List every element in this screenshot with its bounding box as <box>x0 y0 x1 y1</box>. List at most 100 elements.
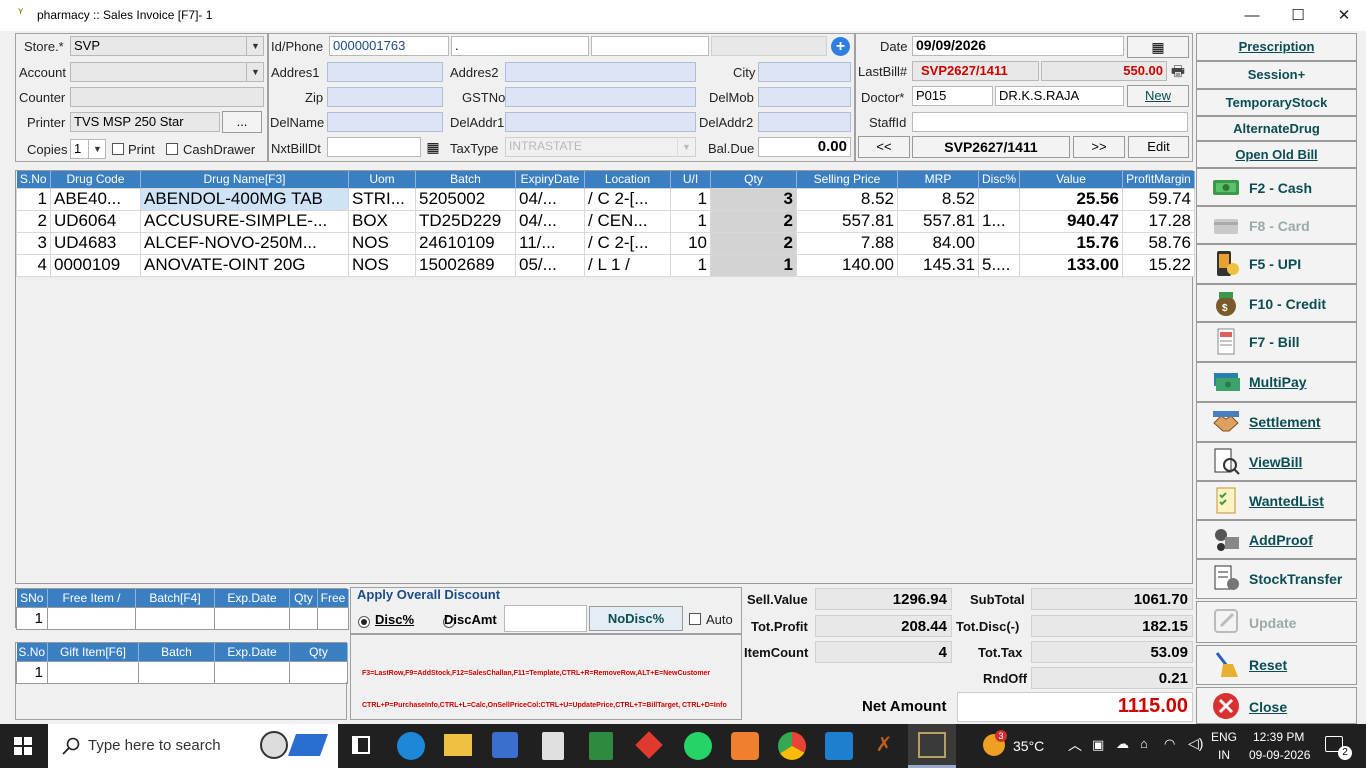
printer-browse-button[interactable]: ... <box>222 111 262 133</box>
multipay-button[interactable]: MultiPay <box>1196 362 1357 402</box>
col-header-qty[interactable]: Qty <box>289 643 348 661</box>
add-customer-icon[interactable]: + <box>831 37 850 56</box>
store-select[interactable]: SVP <box>70 36 264 56</box>
cell-batch[interactable] <box>138 660 215 684</box>
taskbar-search-box[interactable]: Type here to search <box>48 724 338 768</box>
clock-date[interactable]: 09-09-2026 <box>1249 748 1310 762</box>
doctor-name-input[interactable]: DR.K.S.RAJA <box>995 86 1124 106</box>
cell-exp-date[interactable] <box>214 606 290 630</box>
cell-drug-code[interactable]: ABE40... <box>50 187 141 211</box>
table-row[interactable]: 1 <box>16 660 348 684</box>
cell-qty[interactable]: 1 <box>710 253 797 277</box>
chrome-icon[interactable] <box>778 732 806 760</box>
discount-input[interactable] <box>504 605 587 632</box>
card-button[interactable]: F8 - Card <box>1196 206 1357 244</box>
session-button[interactable]: Session+ <box>1196 61 1357 89</box>
temporary-stock-button[interactable]: TemporaryStock <box>1196 89 1357 116</box>
cloud-off-icon[interactable]: ☁ <box>1116 736 1129 752</box>
idphone-input[interactable]: 0000001763 <box>329 36 449 56</box>
close-window-button[interactable]: ✕ <box>1321 0 1366 31</box>
cell-location[interactable]: / C 2-[... <box>584 187 671 211</box>
cashdrawer-checkbox[interactable] <box>166 143 178 155</box>
staffid-input[interactable] <box>912 112 1188 132</box>
stocktransfer-button[interactable]: StockTransfer <box>1196 559 1357 599</box>
cell-ui[interactable]: 1 <box>670 253 711 277</box>
col-header-exp-date[interactable]: Exp.Date <box>214 589 290 607</box>
cell-ui[interactable]: 10 <box>670 231 711 255</box>
cell-profit-margin[interactable]: 17.28 <box>1122 209 1195 233</box>
counter-field[interactable] <box>70 87 264 107</box>
col-header-qty[interactable]: Qty <box>289 589 318 607</box>
col-header-uom[interactable]: Uom <box>348 171 416 188</box>
printer-field[interactable]: TVS MSP 250 Star <box>70 112 220 132</box>
active-pharmacy-app-icon[interactable] <box>908 724 956 768</box>
alternate-drug-button[interactable]: AlternateDrug <box>1196 116 1357 141</box>
chevron-down-icon[interactable]: ▼ <box>677 137 695 157</box>
customer-extra-input[interactable] <box>591 36 709 56</box>
settlement-button[interactable]: Settlement <box>1196 402 1357 442</box>
table-row[interactable]: 4 0000109 ANOVATE-OINT 20G NOS 15002689 … <box>16 253 1195 277</box>
cell-drug-name[interactable]: ANOVATE-OINT 20G <box>140 253 349 277</box>
col-header-exp-date[interactable]: Exp.Date <box>214 643 290 661</box>
cell-free-item[interactable] <box>47 606 136 630</box>
cell-expiry[interactable]: 04/... <box>515 209 585 233</box>
cell-uom[interactable]: STRI... <box>348 187 416 211</box>
cell-batch[interactable] <box>135 606 215 630</box>
cell-location[interactable]: / CEN... <box>584 209 671 233</box>
cell-drug-code[interactable]: UD6064 <box>50 209 141 233</box>
network-icon[interactable]: ⌂ <box>1140 736 1148 751</box>
wantedlist-button[interactable]: WantedList <box>1196 481 1357 520</box>
cell-selling-price[interactable]: 8.52 <box>796 187 898 211</box>
clock-time[interactable]: 12:39 PM <box>1253 730 1304 744</box>
deladdr1-input[interactable] <box>505 112 696 132</box>
col-header-gift-item[interactable]: Gift Item[F6] <box>47 643 139 661</box>
printer-icon[interactable]: 🖶 <box>1168 61 1188 81</box>
col-header-batch[interactable]: Batch <box>415 171 516 188</box>
cell-uom[interactable]: NOS <box>348 253 416 277</box>
date-field[interactable]: 09/09/2026 <box>912 36 1124 56</box>
nxtbilldt-input[interactable] <box>327 137 421 157</box>
taxtype-select[interactable]: INTRASTATE <box>505 137 696 157</box>
col-header-disc[interactable]: Disc% <box>978 171 1020 188</box>
open-old-bill-button[interactable]: Open Old Bill <box>1196 141 1357 168</box>
col-header-drug-code[interactable]: Drug Code <box>50 171 141 188</box>
file-explorer-icon[interactable] <box>444 734 472 756</box>
cell-qty[interactable]: 2 <box>710 231 797 255</box>
new-doctor-button[interactable]: New <box>1127 85 1189 107</box>
table-row[interactable]: 2 UD6064 ACCUSURE-SIMPLE-... BOX TD25D22… <box>16 209 1195 233</box>
col-header-qty[interactable]: Qty <box>710 171 797 188</box>
language-line-2[interactable]: IN <box>1218 748 1230 762</box>
free-items-grid[interactable]: SNo Free Item / Batch[F4] Exp.Date Qty Free 1 <box>15 588 349 630</box>
cell-batch[interactable]: 15002689 <box>415 253 516 277</box>
cell-drug-code[interactable]: UD4683 <box>50 231 141 255</box>
col-header-location[interactable]: Location <box>584 171 671 188</box>
minimize-button[interactable]: — <box>1229 0 1275 31</box>
anydesk-icon[interactable] <box>635 731 663 759</box>
cell-qty[interactable] <box>289 606 318 630</box>
col-header-selling-price[interactable]: Selling Price <box>796 171 898 188</box>
col-header-sno[interactable]: S.No <box>16 643 48 661</box>
table-row[interactable]: 3 UD4683 ALCEF-NOVO-250M... NOS 24610109… <box>16 231 1195 255</box>
cell-ui[interactable]: 1 <box>670 187 711 211</box>
cell-expiry[interactable]: 05/... <box>515 253 585 277</box>
cell-disc[interactable]: 5.... <box>978 253 1020 277</box>
items-grid[interactable]: S.No Drug Code Drug Name[F3] Uom Batch E… <box>15 170 1195 584</box>
cell-location[interactable]: / L 1 / <box>584 253 671 277</box>
pharmacy-app-icon[interactable]: ✗ <box>870 732 898 760</box>
cell-profit-margin[interactable]: 15.22 <box>1122 253 1195 277</box>
windows-start-icon[interactable] <box>14 737 32 755</box>
close-button[interactable]: Close <box>1196 687 1357 724</box>
zip-input[interactable] <box>327 87 443 107</box>
auto-checkbox[interactable] <box>689 613 701 625</box>
delname-input[interactable] <box>327 112 443 132</box>
cell-drug-name[interactable]: ALCEF-NOVO-250M... <box>140 231 349 255</box>
bill-button[interactable]: F7 - Bill <box>1196 322 1357 362</box>
cell-location[interactable]: / C 2-[... <box>584 231 671 255</box>
cell-gift-item[interactable] <box>47 660 139 684</box>
cell-disc[interactable] <box>978 231 1020 255</box>
gift-items-grid[interactable]: S.No Gift Item[F6] Batch Exp.Date Qty 1 <box>15 642 348 684</box>
doctor-code-input[interactable]: P015 <box>912 86 993 106</box>
cell-batch[interactable]: TD25D229 <box>415 209 516 233</box>
nodisc-button[interactable]: NoDisc% <box>589 606 683 631</box>
cell-drug-name[interactable]: ABENDOL-400MG TAB <box>140 187 349 211</box>
